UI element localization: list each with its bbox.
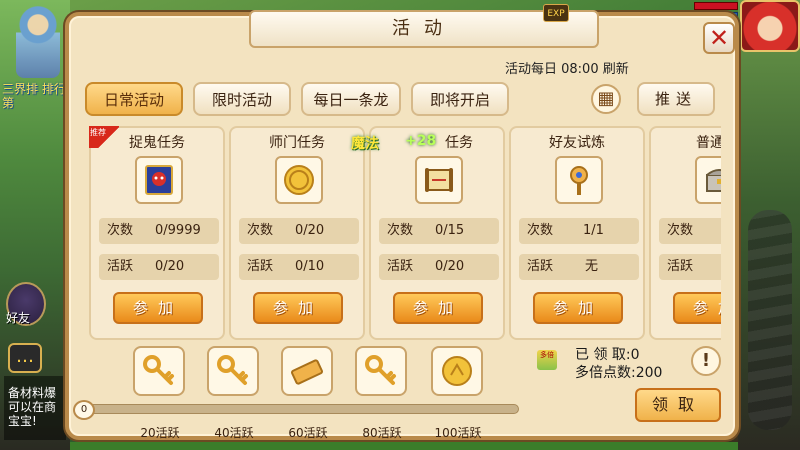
tab-daily-dragon[interactable]: 每日一条龙 (301, 82, 401, 116)
chat-bubble-icon[interactable]: … (8, 343, 42, 373)
multi-points-icon: 多倍 (537, 350, 557, 370)
count-label: 次数 (667, 223, 694, 238)
count-label: 次数 (527, 223, 554, 238)
golden-key-icon[interactable] (133, 346, 185, 396)
active-row: 活跃 0/20 (379, 254, 499, 280)
milestone-label: 40活跃 (214, 426, 254, 440)
count-row: 次数 0/9999 (99, 218, 219, 244)
tab-coming-soon[interactable]: 即将开启 (411, 82, 509, 116)
active-value: 0/20 (155, 259, 185, 274)
count-row: 次数 0/20 (239, 218, 359, 244)
scroll-icon[interactable] (415, 156, 463, 204)
grid-icon[interactable]: ▦ (591, 84, 621, 114)
active-row: 活跃 (659, 254, 721, 280)
milestone-label: 20活跃 (140, 426, 180, 440)
active-label: 活跃 (107, 259, 134, 274)
multiplier-points: 多倍点数:200 (575, 365, 663, 381)
golden-key-icon[interactable] (355, 346, 407, 396)
close-button[interactable]: ✕ (703, 22, 735, 54)
activity-card: 好友试炼 次数 1/1 活跃 无 参加 (509, 126, 645, 340)
count-row: 次数 0/15 (379, 218, 499, 244)
magic-floating-text: 魔法 (351, 136, 379, 152)
active-value: 0/20 (435, 259, 465, 274)
count-label: 次数 (247, 223, 274, 238)
magic-floating-number: +28 (405, 133, 437, 149)
bottom-strip (70, 442, 738, 450)
join-button[interactable]: 参加 (533, 292, 623, 324)
activity-cards: 推荐 捉鬼任务 次数 0/9999 活跃 0/20 参加 师门任务 次数 0/20 活… (89, 126, 721, 342)
card-title: 任务 (445, 135, 473, 151)
count-label: 次数 (107, 223, 134, 238)
tab-limited-activity[interactable]: 限时活动 (193, 82, 291, 116)
progress-start-value: 0 (73, 400, 95, 420)
claim-button[interactable]: 领取 (635, 388, 721, 422)
rank-banner[interactable]: 三界排 排行第 (2, 82, 68, 110)
gold-coin-icon[interactable] (431, 346, 483, 396)
claimed-count: 已 领 取:0 (575, 347, 640, 363)
active-row: 活跃 无 (519, 254, 639, 280)
golden-mace-icon[interactable] (555, 156, 603, 204)
friend-label: 好友 (6, 311, 31, 325)
count-value: 0/20 (295, 223, 325, 238)
activity-card: 师门任务 次数 0/20 活跃 0/10 参加 (229, 126, 365, 340)
active-label: 活跃 (667, 259, 694, 274)
join-button[interactable]: 参加 (673, 292, 721, 324)
active-value: 0/10 (295, 259, 325, 274)
count-value: 0/9999 (155, 223, 201, 238)
activity-progress-bar (75, 404, 519, 414)
active-label: 活跃 (247, 259, 274, 274)
treasure-chest-icon[interactable] (695, 156, 721, 204)
active-label: 活跃 (527, 259, 554, 274)
gold-ingot-icon[interactable] (281, 346, 333, 396)
join-button[interactable]: 参加 (113, 292, 203, 324)
active-row: 活跃 0/10 (239, 254, 359, 280)
push-button[interactable]: 推送 (637, 82, 715, 116)
tab-daily-activity[interactable]: 日常活动 (85, 82, 183, 116)
help-icon[interactable]: ! (691, 346, 721, 376)
golden-key-icon[interactable] (207, 346, 259, 396)
hp-bar (694, 2, 738, 10)
chain-decoration (748, 210, 792, 430)
chat-message: 备材料爆可以在商宝宝! (4, 376, 66, 440)
activity-panel: 活动 EXP ✕ 活动每日 08:00 刷新 日常活动 限时活动 每日一条龙 即… (65, 4, 739, 440)
refresh-note: 活动每日 08:00 刷新 (505, 62, 629, 77)
card-title: 普通挑 (696, 135, 721, 151)
milestone-label: 80活跃 (362, 426, 402, 440)
milestone-label: 100活跃 (434, 426, 482, 440)
card-title: 捉鬼任务 (129, 135, 185, 151)
active-label: 活跃 (387, 259, 414, 274)
count-value: 0/15 (435, 223, 465, 238)
activity-card: 普通挑 次数 活跃 参加 (649, 126, 721, 340)
exp-badge: EXP (543, 4, 569, 22)
ghost-book-icon[interactable] (135, 156, 183, 204)
join-button[interactable]: 参加 (393, 292, 483, 324)
count-row: 次数 1/1 (519, 218, 639, 244)
player-avatar[interactable] (740, 0, 800, 52)
count-label: 次数 (387, 223, 414, 238)
card-title: 师门任务 (269, 135, 325, 151)
hero-portrait[interactable] (16, 2, 60, 78)
active-value: 无 (585, 259, 599, 274)
milestone-label: 60活跃 (288, 426, 328, 440)
count-row: 次数 (659, 218, 721, 244)
activity-card: 推荐 捉鬼任务 次数 0/9999 活跃 0/20 参加 (89, 126, 225, 340)
gold-coin-icon[interactable] (275, 156, 323, 204)
card-title: 好友试炼 (549, 135, 605, 151)
join-button[interactable]: 参加 (253, 292, 343, 324)
count-value: 1/1 (583, 223, 604, 238)
activity-card: 任务 次数 0/15 活跃 0/20 参加 (369, 126, 505, 340)
active-row: 活跃 0/20 (99, 254, 219, 280)
